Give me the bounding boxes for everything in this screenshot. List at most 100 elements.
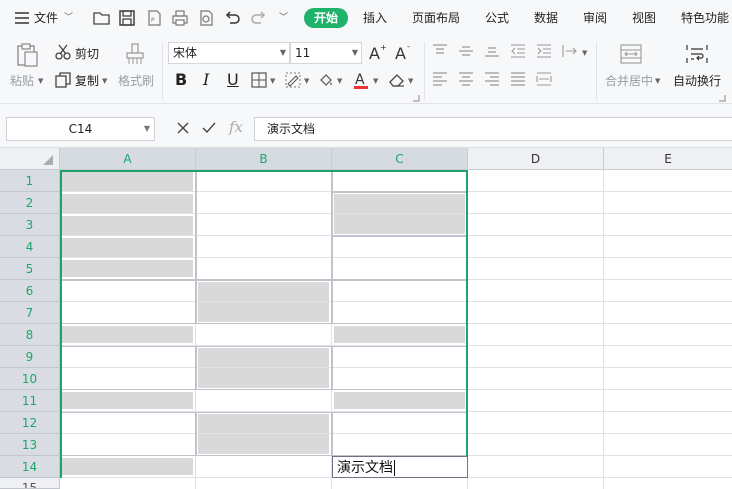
filled-cell[interactable] (198, 348, 329, 367)
print-icon[interactable] (170, 8, 190, 28)
filled-cell[interactable] (334, 326, 465, 343)
row-header[interactable]: 4 (0, 236, 60, 258)
row-header[interactable]: 1 (0, 170, 60, 192)
tab-start[interactable]: 开始 (304, 8, 348, 28)
quick-access-more-icon[interactable]: ﹀ (279, 0, 288, 36)
column-header-a[interactable]: A (60, 148, 196, 170)
row-header[interactable]: 5 (0, 258, 60, 280)
increase-indent-icon[interactable] (536, 44, 552, 58)
align-bottom-icon[interactable] (484, 44, 500, 58)
filled-cell[interactable] (62, 172, 193, 191)
formula-input[interactable]: 演示文档 (254, 117, 732, 141)
column-header-e[interactable]: E (604, 148, 732, 170)
tab-insert[interactable]: 插入 (363, 0, 387, 36)
filled-cell[interactable] (62, 216, 193, 235)
clear-format-dropdown-icon[interactable]: ▼ (408, 77, 413, 85)
column-header-c[interactable]: C (332, 148, 468, 170)
distributed-align-icon[interactable] (536, 72, 552, 86)
text-direction-dropdown-icon[interactable]: ▼ (582, 49, 587, 57)
column-header-d[interactable]: D (468, 148, 604, 170)
copy-dropdown-icon[interactable]: ▼ (102, 77, 107, 85)
cell-area[interactable]: 演示文档 (60, 170, 732, 489)
font-name-select[interactable]: 宋体 ▼ (168, 42, 290, 64)
decrease-font-size-icon[interactable]: A- (394, 42, 414, 62)
merged-cell[interactable] (60, 280, 196, 324)
print-preview-icon[interactable] (196, 8, 216, 28)
tab-special-features[interactable]: 特色功能 (681, 0, 729, 36)
scissors-icon[interactable] (54, 43, 72, 61)
paste-icon[interactable] (14, 42, 40, 68)
row-header[interactable]: 10 (0, 368, 60, 390)
filled-cell[interactable] (334, 214, 465, 234)
bold-button[interactable]: B (175, 70, 187, 89)
merged-cell[interactable] (196, 170, 332, 280)
increase-font-size-icon[interactable]: A + (368, 42, 388, 62)
select-all-corner[interactable] (0, 148, 60, 170)
filled-cell[interactable] (62, 194, 193, 213)
filled-cell[interactable] (198, 434, 329, 454)
fill-pattern-icon[interactable] (285, 72, 301, 88)
hamburger-menu-icon[interactable] (12, 8, 32, 28)
copy-button[interactable]: 复制 (75, 72, 99, 89)
row-header[interactable]: 8 (0, 324, 60, 346)
row-header[interactable]: 9 (0, 346, 60, 368)
align-middle-icon[interactable] (458, 44, 474, 58)
align-right-icon[interactable] (484, 72, 500, 86)
wrap-text-icon[interactable] (686, 44, 708, 64)
align-center-icon[interactable] (458, 72, 474, 86)
redo-icon[interactable] (249, 8, 269, 28)
cancel-icon[interactable] (176, 121, 190, 138)
row-header[interactable]: 12 (0, 412, 60, 434)
merged-cell[interactable] (332, 280, 468, 324)
cut-button[interactable]: 剪切 (75, 45, 99, 62)
row-header[interactable]: 7 (0, 302, 60, 324)
tab-formulas[interactable]: 公式 (485, 0, 509, 36)
filled-cell[interactable] (198, 282, 329, 301)
file-menu[interactable]: 文件 (34, 0, 58, 36)
tab-review[interactable]: 审阅 (583, 0, 607, 36)
row-header[interactable]: 15 (0, 478, 60, 489)
name-box[interactable]: C14 ▼ (6, 117, 155, 141)
undo-icon[interactable] (222, 8, 242, 28)
merged-cell[interactable] (332, 346, 468, 390)
filled-cell[interactable] (334, 194, 465, 213)
borders-dropdown-icon[interactable]: ▼ (270, 77, 275, 85)
merged-cell[interactable] (60, 412, 196, 456)
filled-cell[interactable] (198, 368, 329, 388)
row-header[interactable]: 11 (0, 390, 60, 412)
fill-color-dropdown-icon[interactable]: ▼ (337, 77, 342, 85)
merge-center-icon[interactable] (620, 44, 642, 64)
clear-format-icon[interactable] (388, 72, 406, 88)
format-painter-icon[interactable] (124, 42, 146, 66)
fill-color-icon[interactable] (318, 72, 334, 88)
confirm-icon[interactable] (202, 121, 216, 138)
paste-button[interactable]: 粘贴 (10, 72, 34, 89)
merged-cell[interactable] (332, 170, 468, 192)
save-icon[interactable] (117, 8, 137, 28)
font-color-icon[interactable]: A (352, 70, 370, 90)
tab-data[interactable]: 数据 (534, 0, 558, 36)
name-box-dropdown-icon[interactable]: ▼ (144, 118, 150, 140)
justify-icon[interactable] (510, 72, 526, 86)
merged-cell[interactable] (332, 412, 468, 456)
open-folder-icon[interactable] (92, 8, 112, 28)
row-header[interactable]: 2 (0, 192, 60, 214)
chevron-down-icon[interactable]: ﹀ (64, 0, 73, 36)
fill-pattern-dropdown-icon[interactable]: ▼ (304, 77, 309, 85)
font-color-dropdown-icon[interactable]: ▼ (373, 77, 378, 85)
export-pdf-icon[interactable]: P (144, 8, 164, 28)
tab-view[interactable]: 视图 (632, 0, 656, 36)
filled-cell[interactable] (62, 326, 193, 343)
merged-cell[interactable] (332, 236, 468, 280)
borders-icon[interactable] (251, 72, 267, 88)
underline-button[interactable]: U (227, 70, 239, 89)
row-header[interactable]: 6 (0, 280, 60, 302)
column-header-b[interactable]: B (196, 148, 332, 170)
text-direction-icon[interactable] (562, 44, 580, 58)
align-left-icon[interactable] (432, 72, 448, 86)
align-top-icon[interactable] (432, 44, 448, 58)
wrap-text-button[interactable]: 自动换行 (673, 72, 721, 89)
alignment-dialog-launcher-icon[interactable] (718, 94, 726, 102)
filled-cell[interactable] (62, 458, 193, 475)
decrease-indent-icon[interactable] (510, 44, 526, 58)
